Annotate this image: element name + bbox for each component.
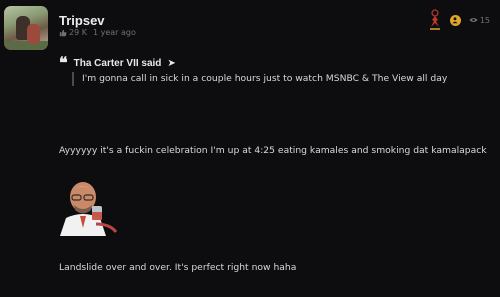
quote-author[interactable]: Tha Carter VII said [74, 58, 162, 69]
message-line: Landslide over and over. It's perfect ri… [59, 262, 297, 273]
forum-post: Tripsev 29 K 1 year ago 15 ❝ Tha Carter … [0, 0, 500, 297]
view-count-value: 15 [479, 15, 490, 25]
quote-mark-icon: ❝ [59, 53, 68, 72]
username[interactable]: Tripsev [59, 13, 105, 28]
coin-icon[interactable] [449, 14, 461, 26]
post-meta: 29 K 1 year ago [59, 28, 136, 37]
message-line: Ayyyyyy it's a fuckin celebration I'm up… [59, 145, 487, 156]
reaction-image [56, 180, 120, 236]
post-time: 1 year ago [92, 28, 136, 37]
avatar[interactable] [4, 6, 48, 50]
eye-icon [469, 17, 478, 23]
quote-text: I'm gonna call in sick in a couple hours… [72, 72, 447, 86]
likes-count: 29 K [69, 28, 87, 37]
arrow-right-icon[interactable]: ➤ [167, 58, 175, 69]
view-count: 15 [469, 16, 490, 25]
likes[interactable]: 29 K [59, 28, 87, 37]
user-badge-icon [429, 9, 440, 30]
thumbs-up-icon [59, 29, 67, 36]
quote-header: ❝ Tha Carter VII said ➤ [59, 55, 176, 71]
post-actions: 15 [428, 8, 490, 32]
